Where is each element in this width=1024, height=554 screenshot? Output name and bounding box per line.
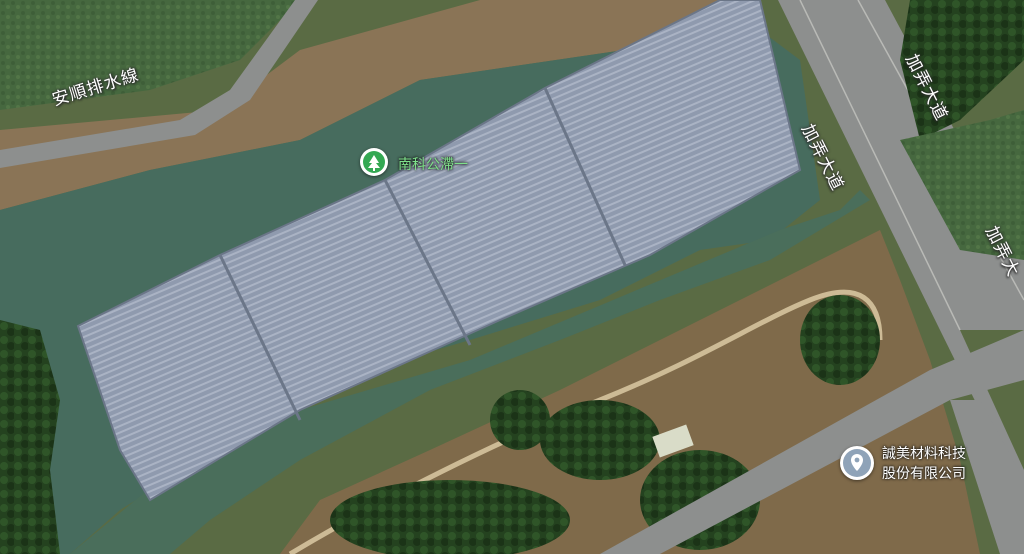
business-name-line2: 股份有限公司 xyxy=(882,466,966,482)
business-poi-label[interactable]: 誠美材料科技 股份有限公司 xyxy=(882,444,966,484)
park-trees-2 xyxy=(540,400,660,480)
location-pin-icon[interactable] xyxy=(840,446,874,480)
park-poi-label[interactable]: 南科公滯一 xyxy=(398,154,468,174)
business-name-line1: 誠美材料科技 xyxy=(882,446,966,462)
park-trees-3 xyxy=(490,390,550,450)
park-tree-icon[interactable] xyxy=(360,148,388,176)
park-trees-1 xyxy=(800,295,880,385)
